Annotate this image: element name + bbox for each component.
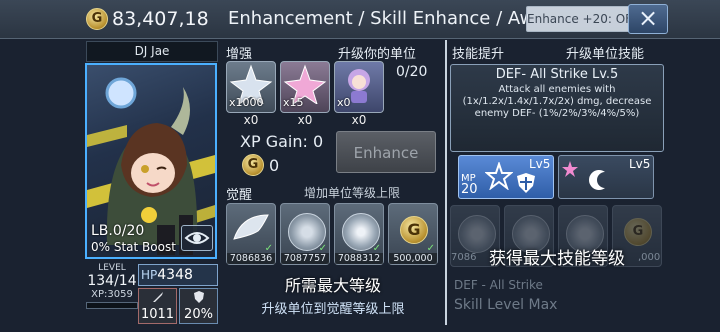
skill-1-mp: 20 [461, 182, 478, 197]
atk-stat: 1011 [138, 288, 177, 324]
awaken-material-4-value: 500,000 [389, 253, 437, 264]
hp-label: HP [141, 268, 158, 282]
awaken-title: 觉醒 [226, 188, 253, 203]
unit-portrait[interactable]: LB.0/20 0% Stat Boost [85, 63, 217, 259]
enhance-cost-value: 0 [269, 155, 280, 175]
skill-sparkle-icon [562, 161, 578, 177]
enhance-slot-3[interactable]: x0 x0 [334, 61, 384, 127]
def-stat: 20% [179, 288, 218, 324]
skill-title: 技能提升 [452, 47, 505, 62]
skill-description: Attack all enemies with (1x/1.2x/1.4x/1.… [462, 84, 652, 119]
toggle-label: Enhance +20: OFF [527, 12, 636, 26]
enhance-subtitle: 升级你的单位 [338, 47, 417, 62]
sword-icon [153, 292, 163, 302]
skill-2-level: Lv5 [629, 157, 651, 171]
enhance-slot-2[interactable]: x15 x0 [280, 61, 330, 127]
xp-value: XP:3059 [91, 289, 133, 300]
stats-block: HP 4348 1011 20% [138, 264, 218, 324]
xp-gain-text: XP Gain: 0 [240, 132, 324, 151]
awaken-materials: ✓ 7086836 ✓ 7087757 ✓ 7088312 G ✓ 500,00… [226, 203, 442, 267]
enhance-slot-2-multiplier: x15 [283, 96, 304, 109]
skill-1-level: Lv5 [529, 157, 551, 171]
enhance-slot-3-multiplier: x0 [337, 96, 351, 109]
section-divider [445, 40, 447, 325]
enhance-slot-2-count: x0 [297, 113, 313, 127]
awaken-material-2-value: 7087757 [281, 253, 329, 264]
close-icon: × [637, 4, 659, 32]
skill-shield-icon [517, 173, 535, 193]
awaken-subtitle: 增加单位等级上限 [304, 186, 401, 200]
required-level-text: 所需最大等级 [284, 276, 381, 295]
enhance-cost: G 0 [242, 154, 279, 176]
faded-skill-name: DEF - All Strike [454, 278, 543, 292]
skill-1-button[interactable]: MP 20 Lv5 [458, 155, 554, 199]
hp-value: 4348 [157, 267, 193, 283]
awaken-material-2[interactable]: ✓ 7087757 [280, 203, 330, 265]
page-title: Enhancement / Skill Enhance / Awake [228, 8, 528, 29]
enhance-slot-1[interactable]: x1000 x0 [226, 61, 276, 127]
enhance-button-label: Enhance [353, 144, 419, 162]
awaken-button[interactable]: 升级单位到觉醒等级上限 [222, 297, 444, 323]
awaken-material-4[interactable]: G ✓ 500,000 [388, 203, 438, 265]
atk-value: 1011 [140, 307, 175, 322]
gold-amount: 83,407,18 [112, 8, 209, 30]
def-value: 20% [184, 307, 213, 322]
awaken-button-label: 升级单位到觉醒等级上限 [261, 302, 405, 317]
gold-display: G 83,407,18 [86, 7, 209, 31]
gold-coin-icon: G [86, 8, 108, 30]
enhance-slot-1-count: x0 [243, 113, 259, 127]
level-value: 134/14 [87, 273, 137, 289]
level-label: LEVEL [98, 263, 126, 273]
view-unit-button[interactable] [181, 225, 213, 251]
awaken-material-1[interactable]: ✓ 7086836 [226, 203, 276, 265]
gold-coin-icon: G [400, 216, 428, 244]
skill-2-button[interactable]: Lv5 [558, 155, 654, 199]
shield-icon [194, 291, 204, 303]
gold-coin-icon: G [242, 154, 264, 176]
skill-description-box: DEF- All Strike Lv.5 Attack all enemies … [450, 64, 664, 152]
lb-text: LB.0/20 [91, 223, 145, 239]
skill-subtitle: 升级单位技能 [566, 47, 645, 62]
skill-level-max-text: Skill Level Max [454, 297, 558, 313]
enhance-title: 增强 [226, 47, 253, 62]
level-block: LEVEL 134/14 XP:3059 [86, 263, 138, 323]
enhance-count: 0/20 [396, 64, 428, 80]
skill-name: DEF- All Strike Lv.5 [495, 67, 619, 82]
skill-moon-icon [589, 170, 605, 190]
enhance-slot-3-count: x0 [351, 113, 367, 127]
eye-icon [184, 232, 210, 244]
enhance-plus20-toggle[interactable]: Enhance +20: OFF [526, 6, 636, 32]
awaken-material-3[interactable]: ✓ 7088312 [334, 203, 384, 265]
stat-boost-text: 0% Stat Boost [91, 240, 176, 254]
awaken-material-3-value: 7088312 [335, 253, 383, 264]
awaken-material-1-value: 7086836 [227, 253, 275, 264]
max-skill-level-text: 获得最大技能等级 [489, 249, 625, 269]
skill-star-icon [485, 162, 513, 190]
enhance-slot-1-multiplier: x1000 [229, 96, 264, 109]
hp-row: HP 4348 [138, 264, 218, 286]
unit-name-plate: DJ Jae [86, 41, 218, 62]
close-button[interactable]: × [628, 4, 668, 34]
unit-name: DJ Jae [134, 44, 170, 58]
enhance-button[interactable]: Enhance [336, 131, 436, 173]
xp-bar [86, 302, 138, 309]
